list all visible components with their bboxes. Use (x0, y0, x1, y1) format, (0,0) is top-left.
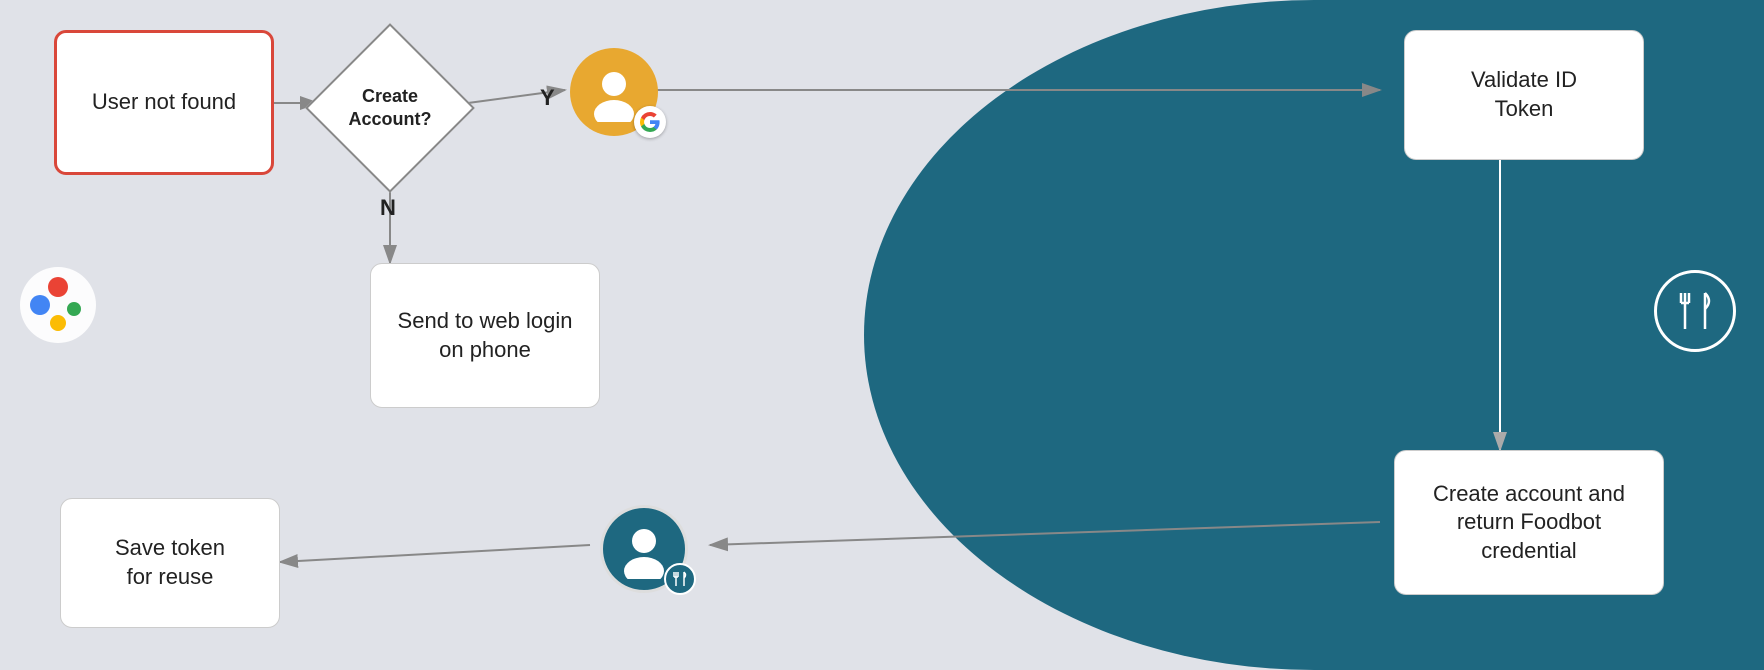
foodbot-account-icon (600, 505, 688, 593)
save-token-label: Save tokenfor reuse (115, 534, 225, 591)
person-icon-2 (614, 519, 674, 579)
foodbot-badge (664, 563, 696, 595)
validate-id-box: Validate IDToken (1404, 30, 1644, 160)
create-account-label: Create account andreturn Foodbotcredenti… (1433, 480, 1625, 566)
diamond-label: CreateAccount? (349, 85, 432, 132)
save-token-box: Save tokenfor reuse (60, 498, 280, 628)
google-account-icon (570, 48, 658, 136)
web-login-label: Send to web loginon phone (398, 307, 573, 364)
web-login-box: Send to web loginon phone (370, 263, 600, 408)
google-badge (634, 106, 666, 138)
google-g-icon (640, 112, 660, 132)
foodbot-right-circle (1654, 270, 1736, 352)
assistant-svg (18, 265, 98, 345)
user-not-found-label: User not found (92, 88, 236, 117)
create-account-box: Create account andreturn Foodbotcredenti… (1394, 450, 1664, 595)
create-account-diamond: CreateAccount? (310, 28, 470, 188)
validate-id-label: Validate IDToken (1471, 66, 1577, 123)
google-assistant-icon (18, 265, 98, 350)
yes-label: Y (540, 85, 555, 111)
fork-knife-right-icon (1673, 289, 1717, 333)
no-label: N (380, 195, 396, 221)
foodbot-right-icon (1654, 270, 1736, 352)
person-icon (584, 62, 644, 122)
fork-knife-icon (671, 570, 689, 588)
user-not-found-box: User not found (54, 30, 274, 175)
